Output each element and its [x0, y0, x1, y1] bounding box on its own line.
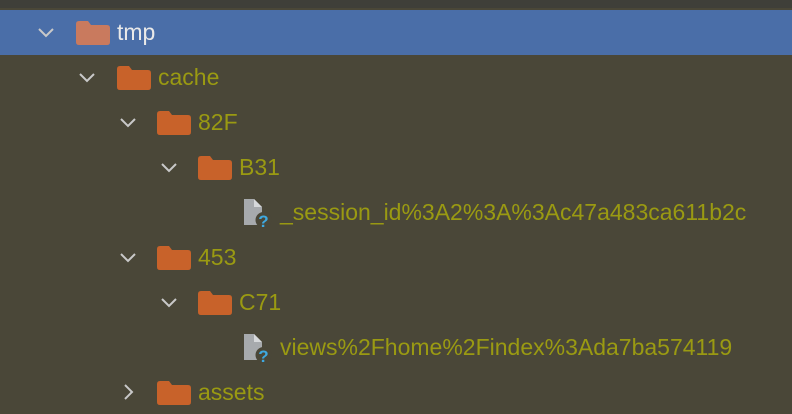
folder-icon	[157, 246, 191, 270]
chevron-down-icon[interactable]	[114, 235, 142, 280]
chevron-right-icon[interactable]	[114, 370, 142, 414]
tree-row-label: C71	[239, 289, 282, 315]
tree-row-tmp[interactable]: tmp	[0, 10, 792, 55]
tree-row-label: assets	[198, 379, 265, 405]
tree-row-views-file[interactable]: ? views%2Fhome%2Findex%3Ada7ba574119	[0, 325, 792, 370]
tree-row-cache[interactable]: cache	[0, 55, 792, 100]
tree-row-label: tmp	[117, 19, 156, 45]
tree-row-453[interactable]: 453	[0, 235, 792, 280]
folder-icon	[157, 111, 191, 135]
tree-row-label: views%2Fhome%2Findex%3Ada7ba574119	[280, 334, 733, 360]
project-tree: tmp cache 82F B31 ? _session_id%3A2%3A%3…	[0, 0, 792, 414]
tree-row-session-file[interactable]: ? _session_id%3A2%3A%3Ac47a483ca611b2c	[0, 190, 792, 235]
chevron-down-icon[interactable]	[32, 10, 60, 55]
folder-icon	[117, 66, 151, 90]
tree-row-label: 453	[198, 244, 237, 270]
unknown-file-icon: ?	[242, 332, 272, 366]
tree-row-label: _session_id%3A2%3A%3Ac47a483ca611b2c	[280, 199, 747, 225]
tree-row-82f[interactable]: 82F	[0, 100, 792, 145]
svg-text:?: ?	[258, 212, 268, 229]
tree-row-assets[interactable]: assets	[0, 370, 792, 414]
tree-row-label: cache	[158, 64, 220, 90]
tree-row-b31[interactable]: B31	[0, 145, 792, 190]
chevron-down-icon[interactable]	[155, 280, 183, 325]
tree-top-border	[0, 0, 792, 8]
svg-text:?: ?	[258, 347, 268, 364]
folder-icon	[198, 156, 232, 180]
tree-row-label: 82F	[198, 109, 238, 135]
folder-icon	[198, 291, 232, 315]
folder-icon	[76, 21, 110, 45]
tree-row-label: B31	[239, 154, 280, 180]
chevron-down-icon[interactable]	[155, 145, 183, 190]
folder-icon	[157, 381, 191, 405]
chevron-down-icon[interactable]	[73, 55, 101, 100]
chevron-down-icon[interactable]	[114, 100, 142, 145]
unknown-file-icon: ?	[242, 197, 272, 231]
tree-row-c71[interactable]: C71	[0, 280, 792, 325]
